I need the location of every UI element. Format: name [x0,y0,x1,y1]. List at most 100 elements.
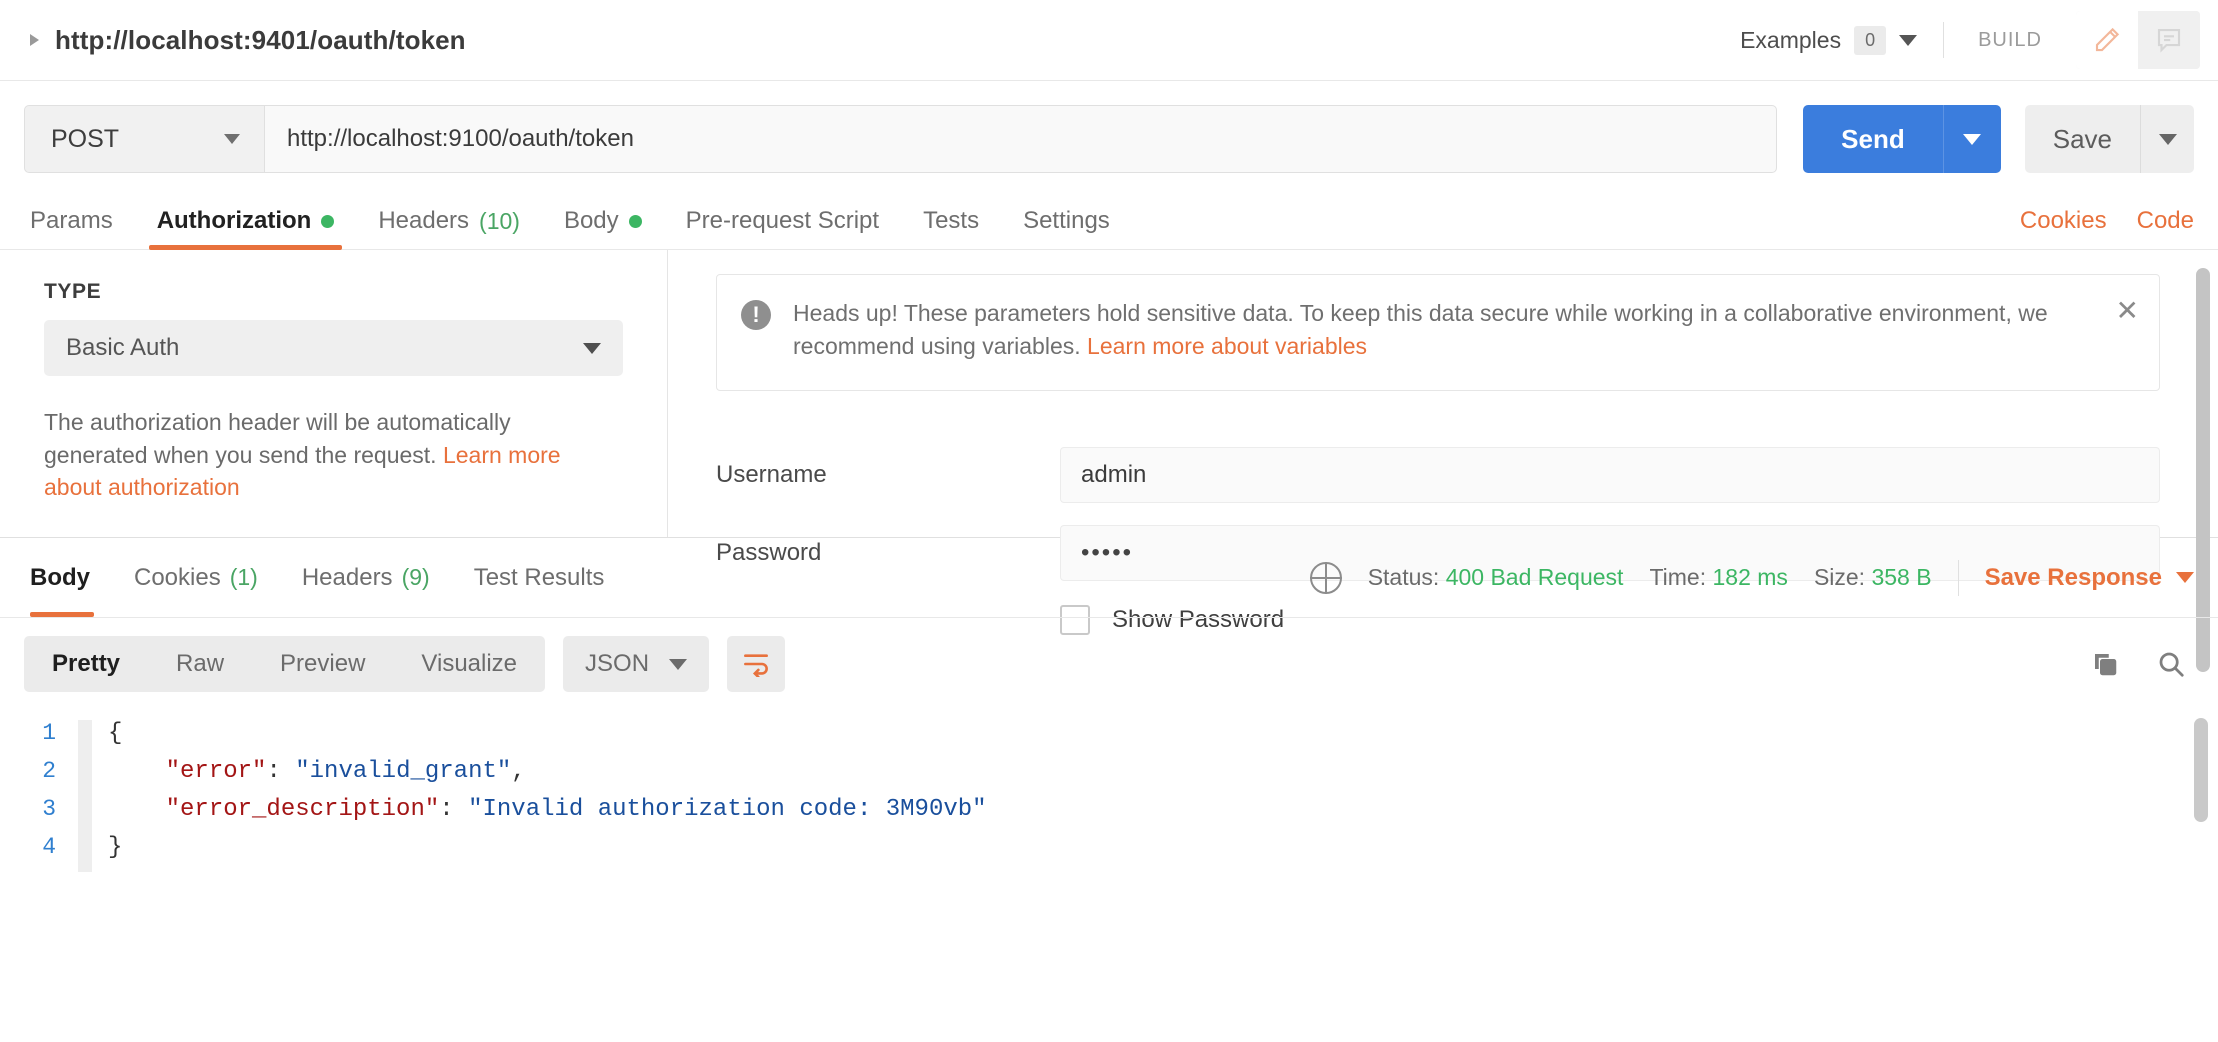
code-token: "Invalid authorization code: 3M90vb" [468,796,986,823]
response-format-value: JSON [585,650,649,678]
code-line: 3 "error_description": "Invalid authoriz… [0,796,2218,834]
tab-headers[interactable]: Headers (10) [356,207,542,249]
request-tab-bar-links: Cookies Code [2020,207,2194,249]
tab-authorization[interactable]: Authorization [135,207,357,249]
fold-gutter[interactable] [78,758,92,796]
time-badge: Time: 182 ms [1649,564,1787,591]
divider [1958,560,1959,596]
tab-count: (10) [479,208,520,235]
auth-type-heading: TYPE [44,280,623,304]
chevron-down-icon[interactable] [583,343,601,354]
tab-params[interactable]: Params [24,207,135,249]
auth-type-select[interactable]: Basic Auth [44,320,623,376]
response-format-select[interactable]: JSON [563,636,709,692]
mode-icon-group [2076,11,2200,69]
word-wrap-icon [741,651,771,677]
code-content[interactable]: { [92,720,122,747]
line-number: 4 [0,834,78,860]
save-button[interactable]: Save [2025,105,2140,173]
code-line: 2 "error": "invalid_grant", [0,758,2218,796]
cookies-link[interactable]: Cookies [2020,207,2107,235]
word-wrap-button[interactable] [727,636,785,692]
status-dot-icon [629,215,642,228]
status-label: Status: [1368,564,1440,590]
tab-label: Test Results [474,564,605,592]
save-response-button[interactable]: Save Response [1985,564,2194,592]
top-breadcrumb-bar: http://localhost:9401/oauth/token Exampl… [0,0,2218,81]
code-token: : [439,796,468,823]
code-content[interactable]: } [92,834,122,861]
build-label: BUILD [1944,29,2076,52]
response-tab-test-results[interactable]: Test Results [452,538,627,617]
banner-text: Heads up! These parameters hold sensitiv… [793,297,2076,364]
comment-icon-button[interactable] [2138,11,2200,69]
chevron-down-icon[interactable] [1899,35,1917,46]
fold-gutter[interactable] [78,834,92,872]
save-button-group: Save [2025,105,2194,173]
code-line: 4 } [0,834,2218,872]
response-status-bar: Status: 400 Bad Request Time: 182 ms Siz… [1310,560,2194,596]
chevron-down-icon [2159,134,2177,145]
save-options-button[interactable] [2140,105,2194,173]
send-options-button[interactable] [1943,105,2001,173]
breadcrumb[interactable]: http://localhost:9401/oauth/token [30,25,466,56]
tab-label: Headers [378,207,469,235]
search-icon[interactable] [2156,649,2186,679]
chevron-down-icon[interactable] [224,134,240,144]
request-bar: POST http://localhost:9100/oauth/token S… [0,81,2218,195]
code-token: "invalid_grant" [295,758,511,785]
mode-raw[interactable]: Raw [148,650,252,678]
response-toolbar-icons [2090,649,2194,679]
http-method-value: POST [51,125,119,154]
username-input[interactable]: admin [1060,447,2160,503]
code-token: { [108,720,122,747]
globe-icon [1310,562,1342,594]
chevron-down-icon[interactable] [669,659,687,670]
code-content[interactable]: "error_description": "Invalid authorizat… [92,796,987,823]
pencil-icon-button[interactable] [2076,11,2138,69]
tab-label: Params [30,207,113,235]
response-body-scrollbar[interactable] [2194,718,2208,822]
request-url-input[interactable]: http://localhost:9100/oauth/token [264,105,1777,173]
mode-pretty[interactable]: Pretty [24,650,148,678]
sensitive-data-banner: ! Heads up! These parameters hold sensit… [716,274,2160,391]
response-tab-body[interactable]: Body [24,538,112,617]
auth-type-value: Basic Auth [66,334,179,362]
status-value: 400 Bad Request [1446,564,1624,590]
tab-body[interactable]: Body [542,207,664,249]
pencil-icon [2092,25,2122,55]
chevron-down-icon[interactable] [2176,572,2194,583]
close-icon[interactable]: ✕ [2116,297,2139,325]
code-link[interactable]: Code [2137,207,2194,235]
status-dot-icon [321,215,334,228]
size-badge: Size: 358 B [1814,564,1932,591]
triangle-right-icon[interactable] [30,34,39,46]
send-button[interactable]: Send [1803,105,1943,173]
fold-gutter[interactable] [78,720,92,758]
auth-help-sentence: The authorization header will be automat… [44,409,511,468]
code-token: } [108,834,122,861]
response-body-code: 1 { 2 "error": "invalid_grant", 3 "error… [0,708,2218,868]
code-content[interactable]: "error": "invalid_grant", [92,758,526,785]
banner-message: Heads up! These parameters hold sensitiv… [793,300,2048,359]
http-method-select[interactable]: POST [24,105,264,173]
tab-pre-request-script[interactable]: Pre-request Script [664,207,901,249]
authorization-panel: TYPE Basic Auth The authorization header… [0,250,2218,538]
fold-gutter[interactable] [78,796,92,834]
banner-link[interactable]: Learn more about variables [1087,333,1367,359]
examples-dropdown[interactable]: Examples 0 [1740,26,1943,55]
tab-tests[interactable]: Tests [901,207,1001,249]
tab-settings[interactable]: Settings [1001,207,1132,249]
mode-preview[interactable]: Preview [252,650,393,678]
username-label: Username [716,461,1060,489]
response-mode-toggle: Pretty Raw Preview Visualize [24,636,545,692]
request-tab-bar: Params Authorization Headers (10) Body P… [0,195,2218,250]
mode-visualize[interactable]: Visualize [393,650,545,678]
copy-icon[interactable] [2090,649,2120,679]
save-response-label: Save Response [1985,564,2162,592]
time-value: 182 ms [1713,564,1788,590]
response-tab-cookies[interactable]: Cookies (1) [112,538,280,617]
response-tab-headers[interactable]: Headers (9) [280,538,452,617]
size-label: Size: [1814,564,1865,590]
tab-label: Settings [1023,207,1110,235]
